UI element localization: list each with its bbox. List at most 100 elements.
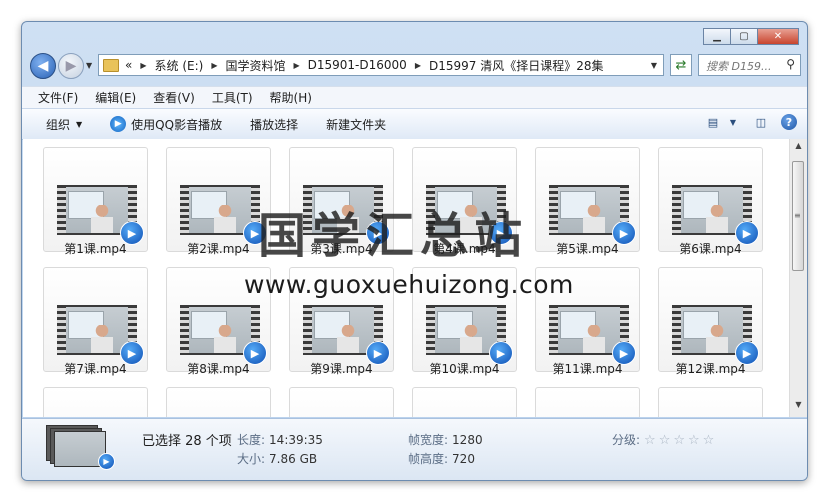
thumbnail-scene [435,307,497,353]
film-strip [303,305,312,355]
file-tile-partial[interactable] [43,387,148,417]
close-icon: ✕ [773,31,783,42]
explorer-window: ▁ ▢ ✕ ◀ ▶ ▼ « ▶ 系统 (E:) ▶ 国学资料馆 ▶ D15901… [21,21,808,481]
menu-file[interactable]: 文件(F) [38,89,78,106]
breadcrumb-folder-3[interactable]: D15997 清风《择日课程》28集 [429,57,604,74]
rating-field: 分级: ☆☆☆☆☆ [612,431,717,448]
search-box[interactable]: ⚲ [698,54,801,76]
qq-player-icon: ▶ [98,453,115,470]
rating-stars[interactable]: ☆☆☆☆☆ [644,433,717,448]
organize-label: 组织 [46,117,71,132]
film-strip [426,305,435,355]
film-strip [672,185,681,235]
preview-pane-icon[interactable]: ◫ [753,114,769,130]
length-value: 14:39:35 [269,433,323,447]
selection-count: 已选择 28 个项 [142,434,232,449]
play-selection-label: 播放选择 [250,117,299,132]
folder-icon [103,58,119,72]
film-strip [426,185,435,235]
selection-thumbnail: ▶ [46,425,115,470]
file-tile[interactable]: ▶ 第7课.mp4 [43,267,148,376]
file-tile[interactable]: ▶ 第1课.mp4 [43,147,148,256]
file-tile[interactable]: ▶ 第4课.mp4 [412,147,517,256]
length-field: 长度: 14:39:35 [237,431,323,448]
file-tile-partial[interactable] [658,387,763,417]
play-selection-button[interactable]: 播放选择 [250,116,298,133]
frame-height-label: 帧高度: [408,452,449,466]
maximize-icon: ▢ [739,31,749,42]
file-tile-partial[interactable] [166,387,271,417]
address-bar[interactable]: « ▶ 系统 (E:) ▶ 国学资料馆 ▶ D15901-D16000 ▶ D1… [98,54,664,76]
change-view-icon[interactable]: ▤ [705,114,721,130]
thumbnail-scene [558,307,620,353]
size-value: 7.86 GB [269,452,318,466]
file-name: 第6课.mp4 [679,242,742,256]
breadcrumb-folder-2[interactable]: D15901-D16000 [308,58,407,72]
length-label: 长度: [237,433,266,447]
thumbnail-scene [312,307,374,353]
file-name: 第8课.mp4 [187,362,250,376]
recent-pages-dropdown[interactable]: ▼ [86,61,92,70]
frame-width-label: 帧宽度: [408,433,449,447]
thumbnail-scene [435,187,497,233]
file-grid: ▶ 第1课.mp4 ▶ 第2课.mp4 ▶ 第3课.mp4 ▶ 第4课.mp4 ▶ 第5课.mp4… [43,147,763,417]
menu-bar: 文件(F) 编辑(E) 查看(V) 工具(T) 帮助(H) [22,86,807,108]
scroll-down-icon[interactable]: ▼ [790,400,807,415]
thumbnail-scene [66,307,128,353]
chevron-down-icon[interactable]: ▼ [725,114,741,130]
chevron-right-icon[interactable]: ▶ [293,61,299,70]
help-icon[interactable]: ? [781,114,797,130]
vertical-scrollbar[interactable]: ▲ ≡ ▼ [789,139,807,417]
navigation-bar: ◀ ▶ ▼ « ▶ 系统 (E:) ▶ 国学资料馆 ▶ D15901-D1600… [28,52,801,80]
file-tile[interactable]: ▶ 第8课.mp4 [166,267,271,376]
close-button[interactable]: ✕ [757,28,799,45]
file-name: 第7课.mp4 [64,362,127,376]
file-tile[interactable]: ▶ 第11课.mp4 [535,267,640,376]
menu-view[interactable]: 查看(V) [153,89,195,106]
search-input[interactable] [704,56,786,76]
qq-player-icon: ▶ [110,116,127,132]
chevron-right-icon[interactable]: ▶ [140,61,146,70]
search-icon[interactable]: ⚲ [786,57,795,71]
details-pane: ▶ 已选择 28 个项 长度: 14:39:35 大小: 7.86 GB 帧宽度: 1… [22,418,807,480]
file-tile-partial[interactable] [289,387,394,417]
breadcrumb-folder-1[interactable]: 国学资料馆 [225,57,285,74]
breadcrumb-drive[interactable]: 系统 (E:) [155,57,204,74]
file-tile[interactable]: ▶ 第9课.mp4 [289,267,394,376]
file-tile[interactable]: ▶ 第3课.mp4 [289,147,394,256]
chevron-down-icon[interactable]: ▼ [651,61,657,70]
scroll-up-icon[interactable]: ▲ [790,141,807,156]
file-name: 第2课.mp4 [187,242,250,256]
chevron-right-icon[interactable]: ▶ [415,61,421,70]
maximize-button[interactable]: ▢ [730,28,758,45]
organize-button[interactable]: 组织 ▼ [46,116,82,133]
menu-edit[interactable]: 编辑(E) [95,89,136,106]
file-tile-partial[interactable] [412,387,517,417]
film-strip [549,305,558,355]
thumbnail-scene [66,187,128,233]
frame-height-field: 帧高度: 720 [408,450,475,467]
file-tile[interactable]: ▶ 第5课.mp4 [535,147,640,256]
file-tile[interactable]: ▶ 第12课.mp4 [658,267,763,376]
menu-help[interactable]: 帮助(H) [270,89,312,106]
forward-button[interactable]: ▶ [58,53,84,79]
address-overflow[interactable]: « [125,58,132,72]
file-tile[interactable]: ▶ 第2课.mp4 [166,147,271,256]
minimize-button[interactable]: ▁ [703,28,731,45]
file-name: 第11课.mp4 [552,362,623,376]
file-name: 第3课.mp4 [310,242,373,256]
refresh-button[interactable]: ⇄ [670,54,692,76]
back-button[interactable]: ◀ [30,53,56,79]
file-tile[interactable]: ▶ 第6课.mp4 [658,147,763,256]
minimize-icon: ▁ [713,31,721,42]
file-tile-partial[interactable] [535,387,640,417]
file-tile[interactable]: ▶ 第10课.mp4 [412,267,517,376]
menu-tools[interactable]: 工具(T) [212,89,253,106]
thumbnail-scene [312,187,374,233]
thumbnail-scene [189,187,251,233]
command-bar: 组织 ▼ ▶ 使用QQ影音播放 播放选择 新建文件夹 ▤ ▼ ◫ ? [22,108,807,140]
chevron-right-icon[interactable]: ▶ [211,61,217,70]
play-with-qq-button[interactable]: ▶ 使用QQ影音播放 [110,116,222,133]
new-folder-button[interactable]: 新建文件夹 [326,116,386,133]
film-strip [672,305,681,355]
